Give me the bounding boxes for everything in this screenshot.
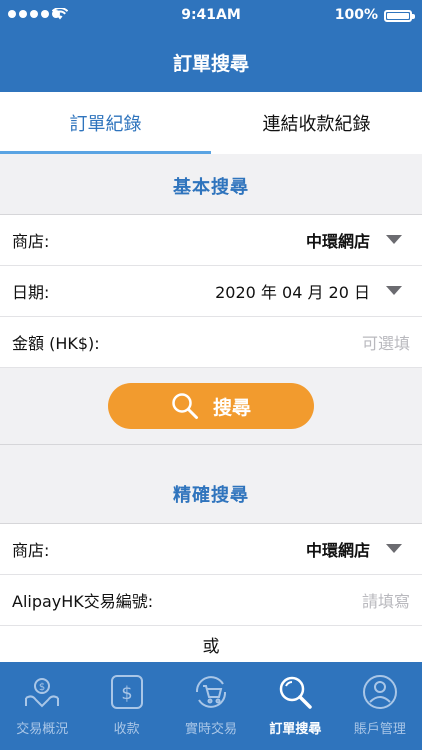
dollar-phone-icon: $ <box>110 675 143 709</box>
search-icon <box>280 676 313 709</box>
caret-down-icon[interactable] <box>386 235 402 244</box>
hand-coin-icon: $ <box>25 678 60 708</box>
store-select-row[interactable]: 商店: 中環網店 <box>0 215 422 266</box>
search-button-label: 搜尋 <box>212 396 251 419</box>
tab-link-payment-records[interactable]: 連結收款紀錄 <box>211 92 422 154</box>
store-label: 商店: <box>12 541 50 560</box>
precise-search-form: 商店: 中環網店 AlipayHK交易編號: 請填寫 <box>0 523 422 626</box>
basic-search-form: 商店: 中環網店 日期: 2020 年 04 月 20 日 金額 (HK$): … <box>0 214 422 368</box>
nav-bar: 訂單搜尋 <box>0 32 422 92</box>
store-select-row[interactable]: 商店: 中環網店 <box>0 524 422 575</box>
or-separator: 或 <box>0 626 422 662</box>
search-icon <box>172 393 198 419</box>
status-bar: 9:41AM 100% <box>0 0 422 32</box>
amount-label: 金額 (HK$): <box>12 334 100 353</box>
basic-search-heading: 基本搜尋 <box>0 154 422 218</box>
segment-tabs: 訂單紀錄 連結收款紀錄 <box>0 92 422 154</box>
tab-label: 連結收款紀錄 <box>262 114 371 135</box>
cart-refresh-icon <box>196 676 227 708</box>
page-title: 訂單搜尋 <box>172 52 249 75</box>
battery-icon <box>384 10 415 22</box>
tabbar-realtime-transactions[interactable]: 實時交易 <box>169 662 253 750</box>
txn-id-input[interactable]: 請填寫 <box>362 588 410 612</box>
amount-input[interactable]: 可選填 <box>362 330 410 354</box>
tabbar-label: 賬戶管理 <box>353 722 406 737</box>
caret-down-icon[interactable] <box>386 286 402 295</box>
tabbar-account-management[interactable]: 賬戶管理 <box>338 662 422 750</box>
section-title: 基本搜尋 <box>173 177 249 198</box>
or-text: 或 <box>202 636 220 657</box>
search-button[interactable]: 搜尋 <box>108 383 314 429</box>
tabbar-transaction-overview[interactable]: $ 交易概況 <box>0 662 84 750</box>
svg-text:$: $ <box>39 682 45 693</box>
battery-percent: 100% <box>334 7 378 23</box>
tab-label: 訂單紀錄 <box>69 114 142 135</box>
caret-down-icon[interactable] <box>386 544 402 553</box>
precise-search-heading: 精確搜尋 <box>0 462 422 526</box>
section-divider <box>0 444 422 445</box>
store-value: 中環網店 <box>305 232 370 251</box>
tab-order-records[interactable]: 訂單紀錄 <box>0 92 211 154</box>
store-label: 商店: <box>12 232 50 251</box>
tabbar-label: 交易概況 <box>16 722 69 737</box>
tabbar-collect[interactable]: $ 收款 <box>84 662 168 750</box>
tabbar-order-search[interactable]: 訂單搜尋 <box>253 662 337 750</box>
svg-text:$: $ <box>121 683 132 704</box>
date-label: 日期: <box>12 283 50 302</box>
section-title: 精確搜尋 <box>173 485 249 506</box>
user-icon <box>362 675 397 709</box>
tabbar-label: 實時交易 <box>185 722 238 737</box>
bottom-tab-bar: $ 交易概況 $ 收款 實時交易 訂單搜尋 賬戶管理 <box>0 662 422 750</box>
date-value: 2020 年 04 月 20 日 <box>215 283 370 302</box>
store-value: 中環網店 <box>305 541 370 560</box>
amount-row[interactable]: 金額 (HK$): 可選填 <box>0 317 422 368</box>
tabbar-label: 訂單搜尋 <box>269 722 322 737</box>
tabbar-label: 收款 <box>113 722 140 737</box>
txn-id-row[interactable]: AlipayHK交易編號: 請填寫 <box>0 575 422 626</box>
txn-id-label: AlipayHK交易編號: <box>12 592 154 611</box>
date-select-row[interactable]: 日期: 2020 年 04 月 20 日 <box>0 266 422 317</box>
